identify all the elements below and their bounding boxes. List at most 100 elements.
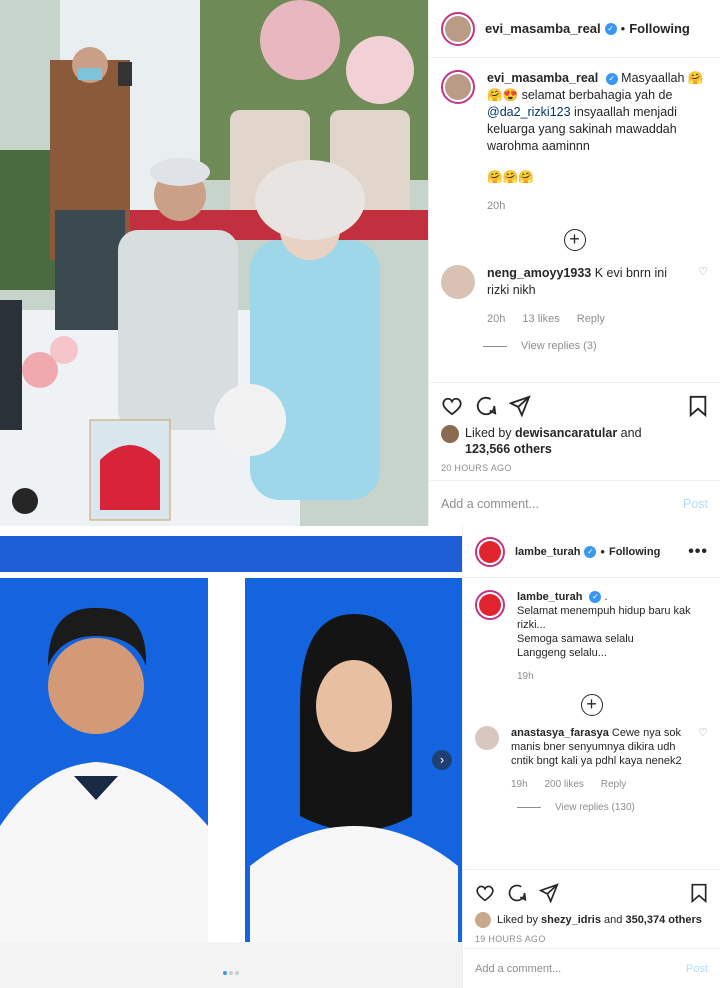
separator-dot: • <box>600 544 605 559</box>
add-comment-input[interactable]: Add a comment... <box>441 497 539 511</box>
comment-username[interactable]: anastasya_farasya <box>511 727 609 739</box>
save-bookmark-icon[interactable] <box>690 883 708 903</box>
post-username[interactable]: evi_masamba_real <box>485 21 601 36</box>
liked-by-and: and <box>620 426 642 440</box>
comment-time[interactable]: 20h <box>487 313 505 325</box>
caption-body: evi_masamba_real ✓ Masyaallah 🤗🤗😍 selama… <box>487 70 708 215</box>
caption-mention-link[interactable]: @da2_rizki123 <box>487 105 571 119</box>
comment: anastasya_farasya Cewe nya sok manis bne… <box>475 726 708 792</box>
avatar[interactable] <box>441 265 475 299</box>
post-actions: Liked by shezy_idris and 350,374 others … <box>463 869 720 944</box>
view-replies-label: View replies (3) <box>521 340 597 352</box>
action-icons <box>441 393 708 419</box>
like-heart-icon[interactable] <box>441 396 463 416</box>
replies-line <box>517 807 541 808</box>
comment-time[interactable]: 19h <box>511 779 528 790</box>
caption-time[interactable]: 19h <box>517 671 534 682</box>
caption-line-1: Selamat menempuh hidup baru kak rizki... <box>517 605 691 631</box>
verified-badge-icon: ✓ <box>584 545 597 558</box>
add-comment-bar: Add a comment... Post <box>429 480 720 526</box>
caption-time[interactable]: 20h <box>487 200 505 212</box>
carousel-dot <box>235 971 239 975</box>
reply-button[interactable]: Reply <box>601 779 627 790</box>
post-photo-wedding[interactable] <box>0 0 428 526</box>
reply-button[interactable]: Reply <box>577 313 605 325</box>
liked-by-user[interactable]: shezy_idris <box>541 914 601 926</box>
caption-meta: 19h <box>517 670 708 684</box>
comment-likes[interactable]: 13 likes <box>522 313 559 325</box>
post-couple: › lambe_turah ✓ • Following ••• lambe_tu… <box>0 526 720 988</box>
caption: evi_masamba_real ✓ Masyaallah 🤗🤗😍 selama… <box>441 70 708 215</box>
save-bookmark-icon[interactable] <box>688 395 708 417</box>
separator-dot: • <box>620 21 626 36</box>
share-send-icon[interactable] <box>509 395 531 417</box>
liked-by-text: Liked by dewisancaratular and 123,566 ot… <box>465 425 642 457</box>
caption-emoji-line: 🤗🤗🤗 <box>487 170 534 184</box>
view-replies-button[interactable]: View replies (3) <box>483 340 708 352</box>
carousel-dots <box>0 962 462 980</box>
avatar[interactable] <box>441 425 459 443</box>
couple-photo-illustration <box>0 526 462 988</box>
avatar[interactable] <box>441 70 475 104</box>
caption-body: lambe_turah ✓ . Selamat menempuh hidup b… <box>517 590 708 684</box>
comment-likes[interactable]: 200 likes <box>544 779 583 790</box>
verified-badge-icon: ✓ <box>605 72 618 85</box>
caption-line-2: Semoga samawa selalu <box>517 633 634 645</box>
caption-username[interactable]: lambe_turah <box>517 591 582 603</box>
avatar[interactable] <box>475 726 499 750</box>
share-send-icon[interactable] <box>539 883 559 903</box>
add-comment-input[interactable]: Add a comment... <box>475 963 561 975</box>
comment-bubble-icon[interactable] <box>507 883 527 903</box>
comment-username[interactable]: neng_amoyy1933 <box>487 266 591 280</box>
view-replies-label: View replies (130) <box>555 802 635 813</box>
caption-text: . <box>604 591 608 603</box>
following-button[interactable]: Following <box>629 21 690 36</box>
post-timestamp[interactable]: 19 HOURS AGO <box>475 934 708 944</box>
view-replies-button[interactable]: View replies (130) <box>517 802 708 813</box>
liked-by-prefix: Liked by <box>497 914 538 926</box>
comment: neng_amoyy1933 K evi bnrn ini rizki nikh… <box>441 265 708 328</box>
liked-others-link[interactable]: 123,566 others <box>465 442 552 456</box>
post-photo-couple[interactable]: › <box>0 526 462 988</box>
comment-like-heart-icon[interactable]: ♡ <box>698 265 708 328</box>
avatar[interactable] <box>475 912 491 928</box>
post-side-panel: evi_masamba_real ✓ • Following evi_masam… <box>428 0 720 526</box>
avatar[interactable] <box>475 536 505 567</box>
comment-like-heart-icon[interactable]: ♡ <box>698 726 708 792</box>
load-more-comments-icon[interactable]: + <box>580 694 603 716</box>
liked-others-link[interactable]: 350,374 others <box>625 914 701 926</box>
post-side-panel: lambe_turah ✓ • Following ••• lambe_tura… <box>462 526 720 988</box>
comments-section: lambe_turah ✓ . Selamat menempuh hidup b… <box>463 578 720 813</box>
verified-badge-icon: ✓ <box>589 591 602 604</box>
comment-body: neng_amoyy1933 K evi bnrn ini rizki nikh… <box>487 265 690 328</box>
caption-meta: 20h <box>487 198 708 215</box>
post-comment-button[interactable]: Post <box>686 963 708 975</box>
liked-by-row: Liked by dewisancaratular and 123,566 ot… <box>441 425 708 457</box>
caption-username[interactable]: evi_masamba_real <box>487 71 598 85</box>
carousel-next-icon[interactable]: › <box>432 750 452 770</box>
liked-by-prefix: Liked by <box>465 426 512 440</box>
carousel-dot <box>229 971 233 975</box>
avatar[interactable] <box>441 11 475 46</box>
avatar[interactable] <box>475 590 505 620</box>
comment-body: anastasya_farasya Cewe nya sok manis bne… <box>511 726 690 792</box>
comments-section: evi_masamba_real ✓ Masyaallah 🤗🤗😍 selama… <box>429 58 720 352</box>
post-header: lambe_turah ✓ • Following ••• <box>463 526 720 578</box>
like-heart-icon[interactable] <box>475 884 495 902</box>
following-button[interactable]: Following <box>609 546 660 558</box>
replies-line <box>483 345 507 347</box>
comment-bubble-icon[interactable] <box>475 395 497 417</box>
liked-by-row: Liked by shezy_idris and 350,374 others <box>475 912 708 928</box>
liked-by-user[interactable]: dewisancaratular <box>515 426 617 440</box>
tagged-user-icon[interactable] <box>12 488 38 514</box>
more-options-icon[interactable]: ••• <box>688 543 708 561</box>
comment-meta: 20h 13 likes Reply <box>487 311 690 328</box>
post-comment-button[interactable]: Post <box>683 497 708 511</box>
post-username[interactable]: lambe_turah <box>515 546 580 558</box>
comment-meta: 19h 200 likes Reply <box>511 778 690 792</box>
post-timestamp[interactable]: 20 HOURS AGO <box>441 463 708 473</box>
load-more-comments-icon[interactable]: + <box>563 229 586 251</box>
add-comment-bar: Add a comment... Post <box>463 948 720 988</box>
carousel-dot-active <box>223 971 227 975</box>
post-actions: Liked by dewisancaratular and 123,566 ot… <box>429 382 720 473</box>
